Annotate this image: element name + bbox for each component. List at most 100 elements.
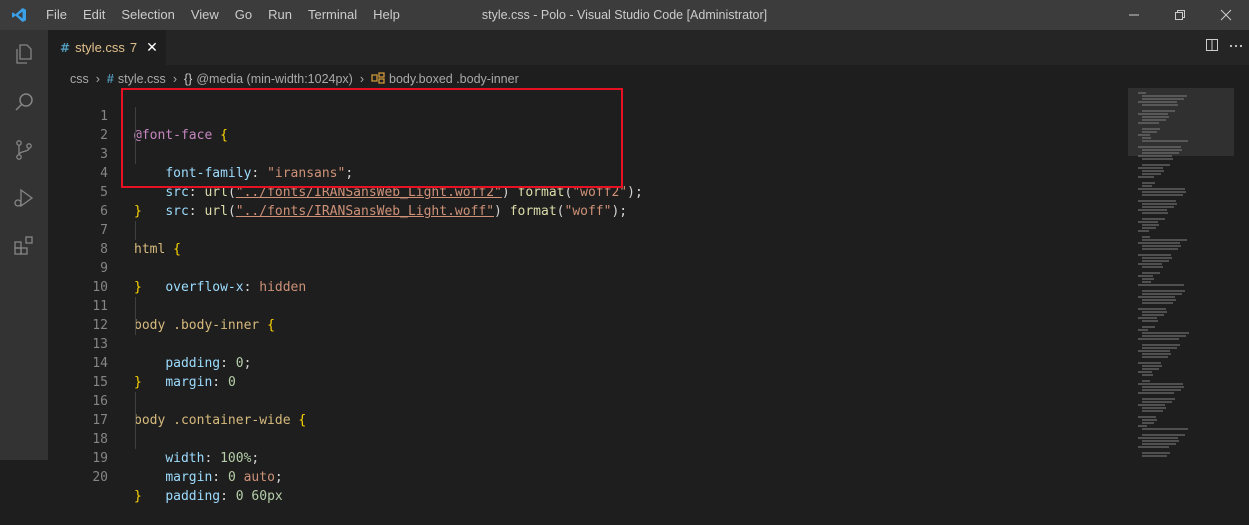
minimap-line bbox=[1142, 137, 1151, 139]
menu-go[interactable]: Go bbox=[227, 0, 260, 30]
source-control-icon[interactable] bbox=[0, 126, 48, 174]
chevron-right-icon: › bbox=[172, 72, 177, 86]
token: 0 bbox=[227, 470, 236, 485]
css-file-icon: # bbox=[106, 72, 114, 86]
minimap-line bbox=[1138, 437, 1178, 439]
minimap-line bbox=[1142, 410, 1163, 412]
more-actions-icon[interactable] bbox=[1229, 38, 1243, 57]
minimap-line bbox=[1142, 320, 1158, 322]
minimap-line bbox=[1142, 119, 1166, 121]
minimap-line bbox=[1142, 314, 1164, 316]
minimap-line bbox=[1142, 356, 1168, 358]
minimap-line bbox=[1138, 416, 1156, 418]
minimap-line bbox=[1138, 371, 1152, 373]
chevron-right-icon: › bbox=[359, 72, 365, 86]
minimap-line bbox=[1142, 104, 1178, 106]
minimap-line bbox=[1138, 230, 1149, 232]
search-icon[interactable] bbox=[0, 78, 48, 126]
menu-help[interactable]: Help bbox=[365, 0, 408, 30]
activity-bar bbox=[0, 30, 48, 460]
minimap-line bbox=[1138, 92, 1146, 94]
menu-file[interactable]: File bbox=[38, 0, 75, 30]
minimap-line bbox=[1142, 374, 1153, 376]
menu-run[interactable]: Run bbox=[260, 0, 300, 30]
code-line: 16 body .container-wide { bbox=[48, 373, 1128, 428]
minimap-line bbox=[1142, 191, 1186, 193]
minimap-line bbox=[1142, 152, 1179, 154]
extensions-icon[interactable] bbox=[0, 222, 48, 270]
minimap-line bbox=[1142, 266, 1163, 268]
minimap-line bbox=[1142, 368, 1159, 370]
minimap-line bbox=[1138, 317, 1157, 319]
code-line: 19 padding: 0 60px bbox=[48, 430, 1128, 504]
minimap-line bbox=[1142, 110, 1175, 112]
minimap[interactable] bbox=[1128, 88, 1234, 460]
code-line: 13 margin: 0 bbox=[48, 316, 1128, 390]
run-debug-icon[interactable] bbox=[0, 174, 48, 222]
minimap-line bbox=[1138, 392, 1174, 394]
minimap-line bbox=[1142, 203, 1177, 205]
minimap-line bbox=[1142, 239, 1187, 241]
minimap-line bbox=[1142, 398, 1175, 400]
tab-style-css[interactable]: # style.css 7 ✕ bbox=[48, 30, 166, 65]
minimap-line bbox=[1142, 365, 1162, 367]
vertical-scrollbar[interactable] bbox=[1235, 88, 1249, 460]
tab-problem-count: 7 bbox=[129, 40, 138, 55]
code-line: 10 bbox=[48, 259, 1128, 295]
code-line: 8 overflow-x: hidden bbox=[48, 221, 1128, 295]
menu-edit[interactable]: Edit bbox=[75, 0, 113, 30]
minimap-line bbox=[1142, 140, 1188, 142]
minimap-line bbox=[1142, 332, 1189, 334]
code-line: 14 } bbox=[48, 335, 1128, 390]
breadcrumb-folder[interactable]: css bbox=[70, 72, 89, 86]
code-line: 18 margin: 0 auto; bbox=[48, 411, 1128, 485]
code-line: 15 bbox=[48, 354, 1128, 390]
breadcrumb-media[interactable]: @media (min-width:1024px) bbox=[196, 72, 353, 86]
menu-bar: File Edit Selection View Go Run Terminal… bbox=[38, 0, 408, 30]
minimap-line bbox=[1142, 443, 1176, 445]
media-symbol-icon: {} bbox=[183, 72, 193, 86]
minimap-line bbox=[1138, 329, 1148, 331]
close-window-icon[interactable] bbox=[1203, 0, 1249, 30]
code-line: 7 html { bbox=[48, 202, 1128, 257]
css-file-icon: # bbox=[60, 40, 71, 55]
minimap-line bbox=[1142, 335, 1186, 337]
split-editor-icon[interactable] bbox=[1205, 38, 1219, 57]
token: padding bbox=[165, 489, 221, 504]
tab-close-icon[interactable]: ✕ bbox=[146, 39, 158, 56]
minimap-line bbox=[1142, 245, 1181, 247]
minimap-line bbox=[1142, 194, 1183, 196]
vscode-logo-icon[interactable] bbox=[0, 7, 38, 23]
minimap-line bbox=[1142, 347, 1177, 349]
menu-terminal[interactable]: Terminal bbox=[300, 0, 365, 30]
breadcrumb-file[interactable]: style.css bbox=[118, 72, 166, 86]
minimap-line bbox=[1142, 227, 1156, 229]
minimap-line bbox=[1142, 452, 1170, 454]
minimap-line bbox=[1142, 344, 1180, 346]
minimap-line bbox=[1142, 440, 1179, 442]
breadcrumb-selector[interactable]: body.boxed .body-inner bbox=[389, 72, 519, 86]
menu-view[interactable]: View bbox=[183, 0, 227, 30]
minimap-line bbox=[1142, 272, 1160, 274]
code-line: 17 width: 100%; bbox=[48, 392, 1128, 466]
minimap-line bbox=[1142, 98, 1184, 100]
minimap-line bbox=[1142, 257, 1172, 259]
minimap-line bbox=[1142, 278, 1154, 280]
explorer-icon[interactable] bbox=[0, 30, 48, 78]
minimap-line bbox=[1142, 182, 1155, 184]
minimap-line bbox=[1142, 224, 1159, 226]
restore-icon[interactable] bbox=[1157, 0, 1203, 30]
minimap-line bbox=[1138, 134, 1150, 136]
minimap-line bbox=[1138, 425, 1147, 427]
menu-selection[interactable]: Selection bbox=[113, 0, 182, 30]
minimap-line bbox=[1142, 455, 1167, 457]
minimap-line bbox=[1142, 386, 1184, 388]
minimap-line bbox=[1142, 95, 1187, 97]
chevron-right-icon: › bbox=[95, 72, 100, 86]
minimap-line bbox=[1142, 131, 1157, 133]
minimap-line bbox=[1138, 263, 1162, 265]
minimize-icon[interactable] bbox=[1111, 0, 1157, 30]
minimap-line bbox=[1138, 221, 1158, 223]
breadcrumb: css › # style.css › {} @media (min-width… bbox=[70, 70, 519, 88]
minimap-line bbox=[1138, 308, 1166, 310]
